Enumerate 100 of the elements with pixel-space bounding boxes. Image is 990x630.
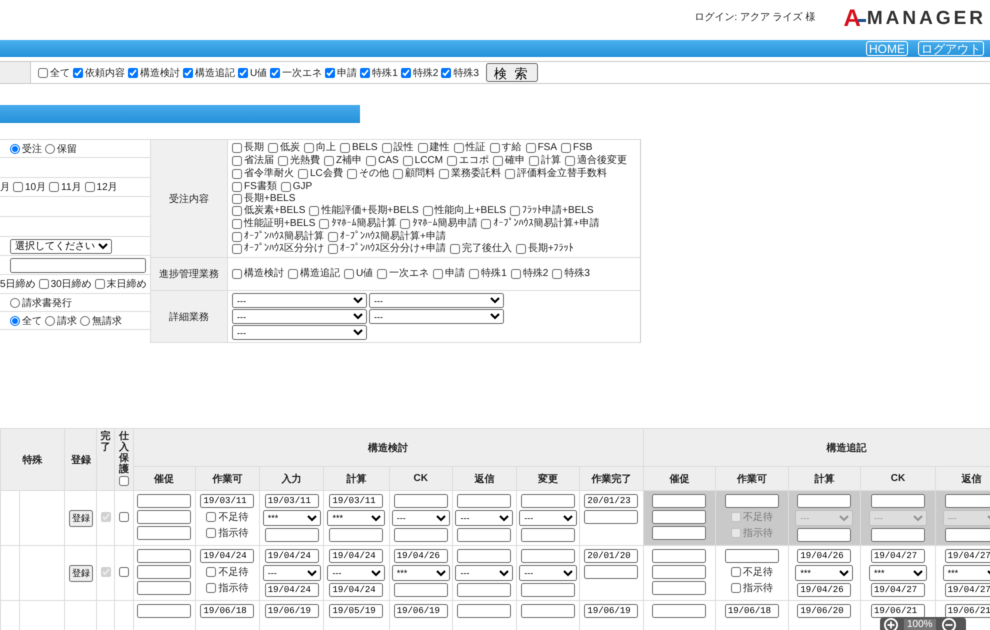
checkbox[interactable] (392, 169, 403, 179)
date-input[interactable] (457, 549, 512, 563)
checkbox[interactable] (49, 182, 60, 192)
protect-checkbox[interactable] (118, 566, 129, 576)
date-input[interactable] (521, 583, 576, 597)
checkbox[interactable] (730, 583, 741, 593)
date-input[interactable] (652, 581, 706, 595)
status-dropdown[interactable]: *** (392, 565, 450, 581)
date-input[interactable]: 19/04/27 (870, 549, 925, 563)
checkbox[interactable] (346, 169, 357, 179)
date-input[interactable] (264, 528, 319, 542)
register-button[interactable]: 登録 (68, 564, 93, 582)
date-input[interactable]: 19/04/24 (329, 583, 384, 597)
checkbox[interactable] (288, 269, 298, 279)
checkbox[interactable] (183, 68, 193, 78)
status-dropdown[interactable]: --- (262, 565, 321, 581)
checkbox[interactable] (232, 194, 242, 204)
date-input[interactable]: 19/06/19 (264, 604, 319, 618)
date-input[interactable]: 19/04/26 (797, 549, 852, 563)
checkbox[interactable] (38, 68, 48, 78)
checkbox[interactable] (280, 182, 291, 192)
date-input[interactable]: 19/04/27 (870, 583, 925, 597)
date-input[interactable]: 19/04/24 (200, 549, 254, 563)
date-input[interactable] (137, 549, 192, 563)
date-input[interactable]: 19/03/11 (329, 494, 384, 508)
checkbox[interactable] (400, 219, 410, 229)
date-input[interactable]: 20/01/20 (584, 549, 638, 563)
radio-button[interactable] (10, 298, 20, 308)
protect-checkbox[interactable] (118, 512, 129, 522)
date-input[interactable]: 19/06/19 (394, 604, 448, 618)
date-input[interactable] (584, 510, 638, 524)
status-dropdown[interactable]: --- (519, 565, 578, 581)
date-input[interactable] (724, 549, 779, 563)
checkbox[interactable] (232, 169, 242, 179)
checkbox[interactable] (422, 206, 433, 216)
checkbox[interactable] (438, 169, 449, 179)
checkbox[interactable] (344, 269, 354, 279)
checkbox[interactable] (232, 232, 242, 242)
date-input[interactable]: 19/06/21 (944, 604, 990, 618)
date-input[interactable]: 19/04/24 (329, 549, 384, 563)
checkbox[interactable] (206, 567, 216, 577)
checkbox[interactable] (493, 156, 504, 166)
dropdown[interactable]: 選択してください (10, 238, 112, 254)
date-input[interactable] (457, 528, 512, 542)
checkbox[interactable] (232, 156, 242, 166)
date-input[interactable]: 19/04/27 (944, 583, 990, 597)
checkbox[interactable] (441, 68, 452, 78)
date-input[interactable]: 19/06/18 (200, 604, 254, 618)
checkbox[interactable] (481, 219, 492, 229)
checkbox[interactable] (238, 68, 248, 78)
status-dropdown[interactable]: --- (455, 510, 514, 526)
date-input[interactable] (521, 494, 576, 508)
checkbox[interactable] (526, 143, 536, 153)
date-input[interactable] (137, 494, 192, 508)
date-input[interactable] (137, 581, 192, 595)
checkbox[interactable] (328, 232, 338, 242)
date-input[interactable] (457, 604, 512, 618)
checkbox[interactable] (298, 169, 308, 179)
checkbox[interactable] (504, 169, 515, 179)
checkbox[interactable] (328, 244, 338, 254)
radio-button[interactable] (80, 316, 90, 326)
checkbox[interactable] (73, 68, 83, 78)
checkbox[interactable] (366, 156, 376, 166)
checkbox[interactable] (402, 156, 413, 166)
checkbox[interactable] (13, 182, 23, 192)
checkbox[interactable] (304, 143, 314, 153)
date-input[interactable] (394, 528, 448, 542)
checkbox[interactable] (38, 279, 49, 289)
date-input[interactable]: 20/01/23 (584, 494, 638, 508)
date-input[interactable]: 19/04/24 (264, 549, 319, 563)
status-dropdown[interactable]: --- (455, 565, 514, 581)
date-input[interactable] (652, 604, 706, 618)
date-input[interactable]: 19/03/11 (264, 494, 319, 508)
checkbox[interactable] (469, 269, 480, 279)
dropdown[interactable]: --- (369, 309, 504, 324)
checkbox[interactable] (232, 143, 242, 153)
date-input[interactable] (137, 526, 192, 540)
checkbox[interactable] (232, 206, 242, 216)
status-dropdown[interactable]: --- (327, 565, 386, 581)
date-input[interactable] (394, 583, 448, 597)
checkbox[interactable] (84, 182, 95, 192)
radio-button[interactable] (45, 144, 55, 154)
checkbox[interactable] (450, 244, 460, 254)
date-input[interactable] (457, 494, 512, 508)
checkbox[interactable] (232, 219, 242, 229)
date-input[interactable] (137, 604, 192, 618)
date-input[interactable] (329, 528, 384, 542)
dropdown[interactable]: --- (369, 293, 504, 308)
date-input[interactable] (652, 565, 706, 579)
status-dropdown[interactable]: *** (795, 565, 854, 581)
checkbox[interactable] (382, 143, 392, 153)
date-input[interactable] (137, 510, 192, 524)
checkbox[interactable] (206, 583, 216, 593)
date-input[interactable]: 19/04/27 (944, 549, 990, 563)
radio-button[interactable] (10, 144, 20, 154)
date-input[interactable]: 19/04/24 (264, 583, 319, 597)
checkbox[interactable] (206, 512, 216, 522)
date-input[interactable] (137, 565, 192, 579)
checkbox[interactable] (400, 68, 411, 78)
status-dropdown[interactable]: *** (262, 510, 321, 526)
